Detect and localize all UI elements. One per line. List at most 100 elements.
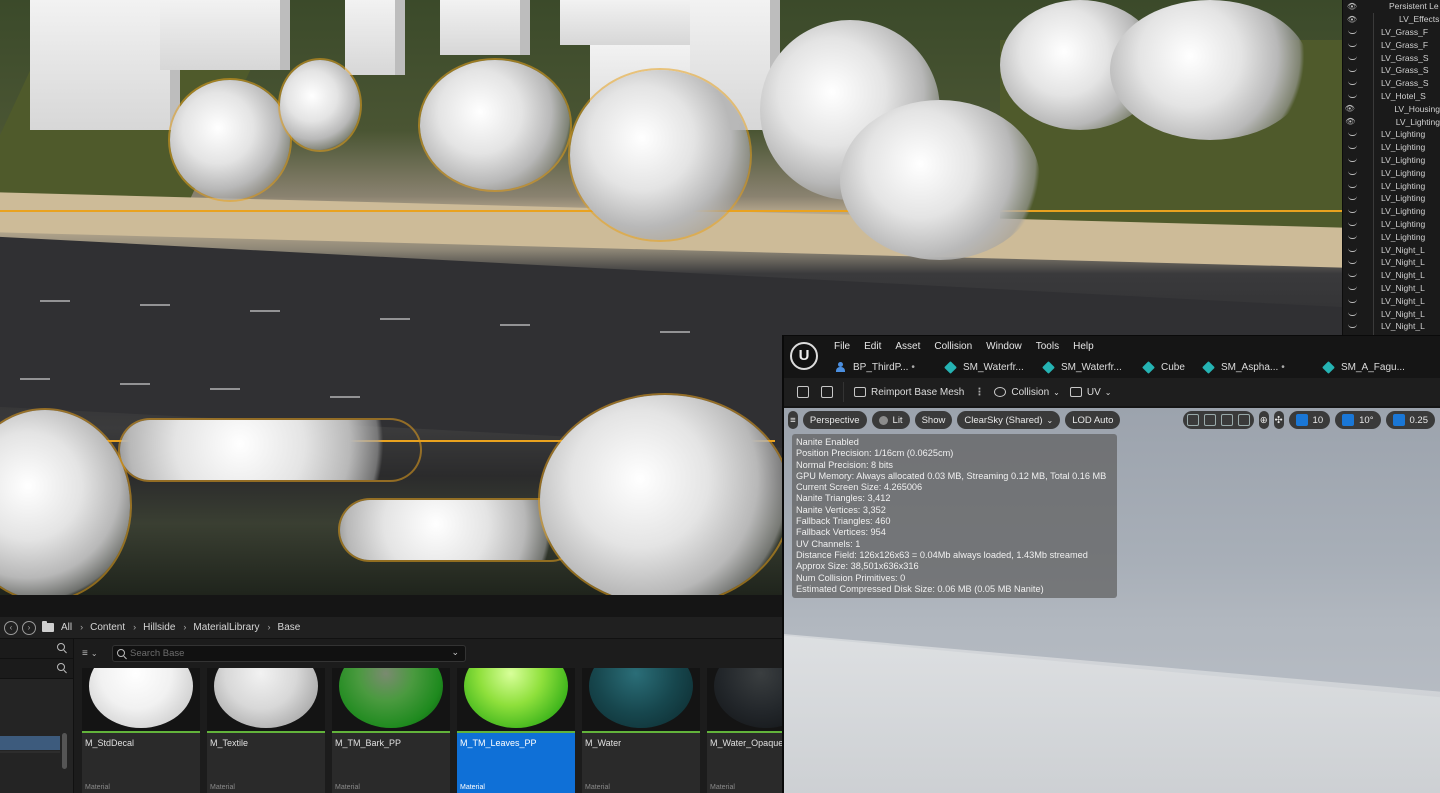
folder-row[interactable] <box>0 751 60 753</box>
outliner-row[interactable]: LV_Night_L <box>1343 243 1440 256</box>
history-back-icon[interactable]: ‹ <box>4 620 18 635</box>
outliner-row[interactable]: LV_Night_L <box>1343 319 1440 333</box>
outliner-row[interactable]: LV_Lighting <box>1343 217 1440 231</box>
folder-icon[interactable] <box>42 621 54 632</box>
outliner-row[interactable]: LV_Lighting <box>1343 127 1440 141</box>
eye-closed-icon[interactable] <box>1348 196 1357 201</box>
eye-closed-icon[interactable] <box>1348 184 1357 188</box>
eye-closed-icon[interactable] <box>1348 312 1357 316</box>
asset-search-input[interactable]: Search Base ⌄ <box>112 644 466 662</box>
rotation-snap-button[interactable]: 10° <box>1335 411 1381 429</box>
menu-collision[interactable]: Collision <box>934 341 972 352</box>
menu-tools[interactable]: Tools <box>1036 341 1059 352</box>
lit-button[interactable]: Lit <box>871 411 910 429</box>
eye-closed-icon[interactable] <box>1348 94 1357 98</box>
menu-edit[interactable]: Edit <box>864 341 881 352</box>
outliner-row[interactable]: LV_Grass_F <box>1343 25 1440 39</box>
browse-asset-icon[interactable] <box>821 386 833 398</box>
mesh-preview-viewport[interactable]: ≡ Perspective Lit Show ClearSky (Shared)… <box>784 408 1440 793</box>
unreal-logo-icon[interactable]: U <box>790 342 818 370</box>
sources-scrollbar[interactable] <box>62 733 67 769</box>
scale-icon[interactable] <box>1237 414 1250 426</box>
eye-closed-icon[interactable] <box>1348 68 1357 73</box>
outliner-row[interactable]: LV_Lighting <box>1343 153 1440 167</box>
asset-tile[interactable]: M_TM_Bark_PP Material <box>332 668 450 793</box>
eye-icon[interactable]: 👁 <box>1343 104 1356 113</box>
eye-closed-icon[interactable] <box>1348 248 1357 252</box>
eye-closed-icon[interactable] <box>1348 132 1357 137</box>
menu-asset[interactable]: Asset <box>895 341 920 352</box>
save-icon[interactable] <box>797 386 809 398</box>
outliner-row[interactable]: LV_Lighting <box>1343 191 1440 205</box>
lod-button[interactable]: LOD Auto <box>1065 411 1121 429</box>
scale-snap-button[interactable]: 0.25 <box>1385 411 1435 429</box>
breadcrumb-item[interactable]: Content <box>90 622 125 633</box>
sky-dropdown[interactable]: ClearSky (Shared) ⌄ <box>957 411 1061 429</box>
outliner-row[interactable]: LV_Grass_S <box>1343 63 1440 77</box>
outliner-row[interactable]: LV_Grass_F <box>1343 38 1440 52</box>
grid-snap-button[interactable]: 10 <box>1288 411 1331 429</box>
eye-closed-icon[interactable] <box>1348 81 1357 86</box>
filter-button[interactable]: ≡ ⌄ <box>82 645 108 661</box>
eye-closed-icon[interactable] <box>1348 235 1357 239</box>
history-forward-icon[interactable]: › <box>22 620 36 635</box>
show-button[interactable]: Show <box>914 411 953 429</box>
transform-tools[interactable] <box>1182 411 1254 429</box>
outliner-row[interactable]: LV_Lighting <box>1343 179 1440 192</box>
world-outliner[interactable]: 👁 Persistent Le 👁 LV_Effects LV_Grass_F LV_… <box>1342 0 1440 335</box>
eye-closed-icon[interactable] <box>1348 209 1357 214</box>
viewport-options-button[interactable]: ≡ <box>788 411 798 429</box>
asset-tile[interactable]: M_StdDecal Material <box>82 668 200 793</box>
sources-search[interactable] <box>0 639 73 659</box>
search-icon[interactable] <box>57 663 65 671</box>
outliner-row[interactable]: LV_Night_L <box>1343 255 1440 269</box>
breadcrumb-item[interactable]: Hillside <box>143 622 175 633</box>
perspective-button[interactable]: Perspective <box>802 411 867 429</box>
eye-closed-icon[interactable] <box>1348 222 1357 226</box>
rotate-icon[interactable] <box>1220 414 1233 426</box>
outliner-row[interactable]: LV_Grass_S <box>1343 51 1440 64</box>
outliner-row[interactable]: 👁 LV_Effects <box>1343 12 1440 26</box>
menu-window[interactable]: Window <box>986 341 1022 352</box>
eye-closed-icon[interactable] <box>1348 43 1357 47</box>
more-options-icon[interactable]: ⋮ <box>974 387 984 398</box>
outliner-row[interactable]: LV_Lighting <box>1343 140 1440 154</box>
surface-snap-toggle[interactable]: ✣ <box>1273 411 1284 429</box>
move-icon[interactable] <box>1203 414 1216 426</box>
eye-closed-icon[interactable] <box>1348 56 1357 60</box>
eye-closed-icon[interactable] <box>1348 145 1357 150</box>
asset-tab[interactable]: SM_Waterfr... <box>1036 357 1136 377</box>
breadcrumb-item[interactable]: All <box>61 622 72 633</box>
outliner-row[interactable]: LV_Lighting <box>1343 230 1440 244</box>
eye-closed-icon[interactable] <box>1348 158 1357 162</box>
outliner-row[interactable]: LV_Night_L <box>1343 307 1440 320</box>
menu-file[interactable]: File <box>834 341 850 352</box>
outliner-row[interactable]: LV_Night_L <box>1343 294 1440 308</box>
eye-closed-icon[interactable] <box>1348 273 1357 278</box>
eye-closed-icon[interactable] <box>1348 30 1357 34</box>
asset-tile[interactable]: M_Water Material <box>582 668 700 793</box>
asset-tab[interactable]: SM_Aspha... • <box>1196 357 1316 377</box>
asset-tab[interactable]: SM_Waterfr... <box>938 357 1036 377</box>
world-local-toggle[interactable]: ⊕ <box>1258 411 1269 429</box>
eye-closed-icon[interactable] <box>1348 171 1357 175</box>
asset-tab[interactable]: BP_ThirdP... • <box>828 357 938 377</box>
search-icon[interactable] <box>57 643 65 651</box>
eye-icon[interactable]: 👁 <box>1343 117 1358 126</box>
menu-help[interactable]: Help <box>1073 341 1094 352</box>
eye-icon[interactable]: 👁 <box>1343 15 1361 24</box>
outliner-row[interactable]: LV_Grass_S <box>1343 76 1440 90</box>
selected-folder-row[interactable] <box>0 736 60 750</box>
asset-tile[interactable]: M_TM_Leaves_PP Material <box>457 668 575 793</box>
outliner-header[interactable]: 👁 Persistent Le <box>1343 0 1440 13</box>
eye-closed-icon[interactable] <box>1348 299 1357 303</box>
collections-search[interactable] <box>0 659 73 679</box>
reimport-base-mesh-button[interactable]: Reimport Base Mesh <box>854 387 964 398</box>
collision-button[interactable]: Collision ⌄ <box>994 387 1060 398</box>
outliner-row[interactable]: 👁 LV_Housing <box>1343 102 1440 116</box>
asset-tab[interactable]: Cube <box>1136 357 1196 377</box>
outliner-row[interactable]: LV_Hotel_S <box>1343 89 1440 103</box>
asset-tile[interactable]: M_Textile Material <box>207 668 325 793</box>
outliner-row[interactable]: LV_Lighting <box>1343 166 1440 180</box>
uv-button[interactable]: UV ⌄ <box>1069 387 1111 398</box>
